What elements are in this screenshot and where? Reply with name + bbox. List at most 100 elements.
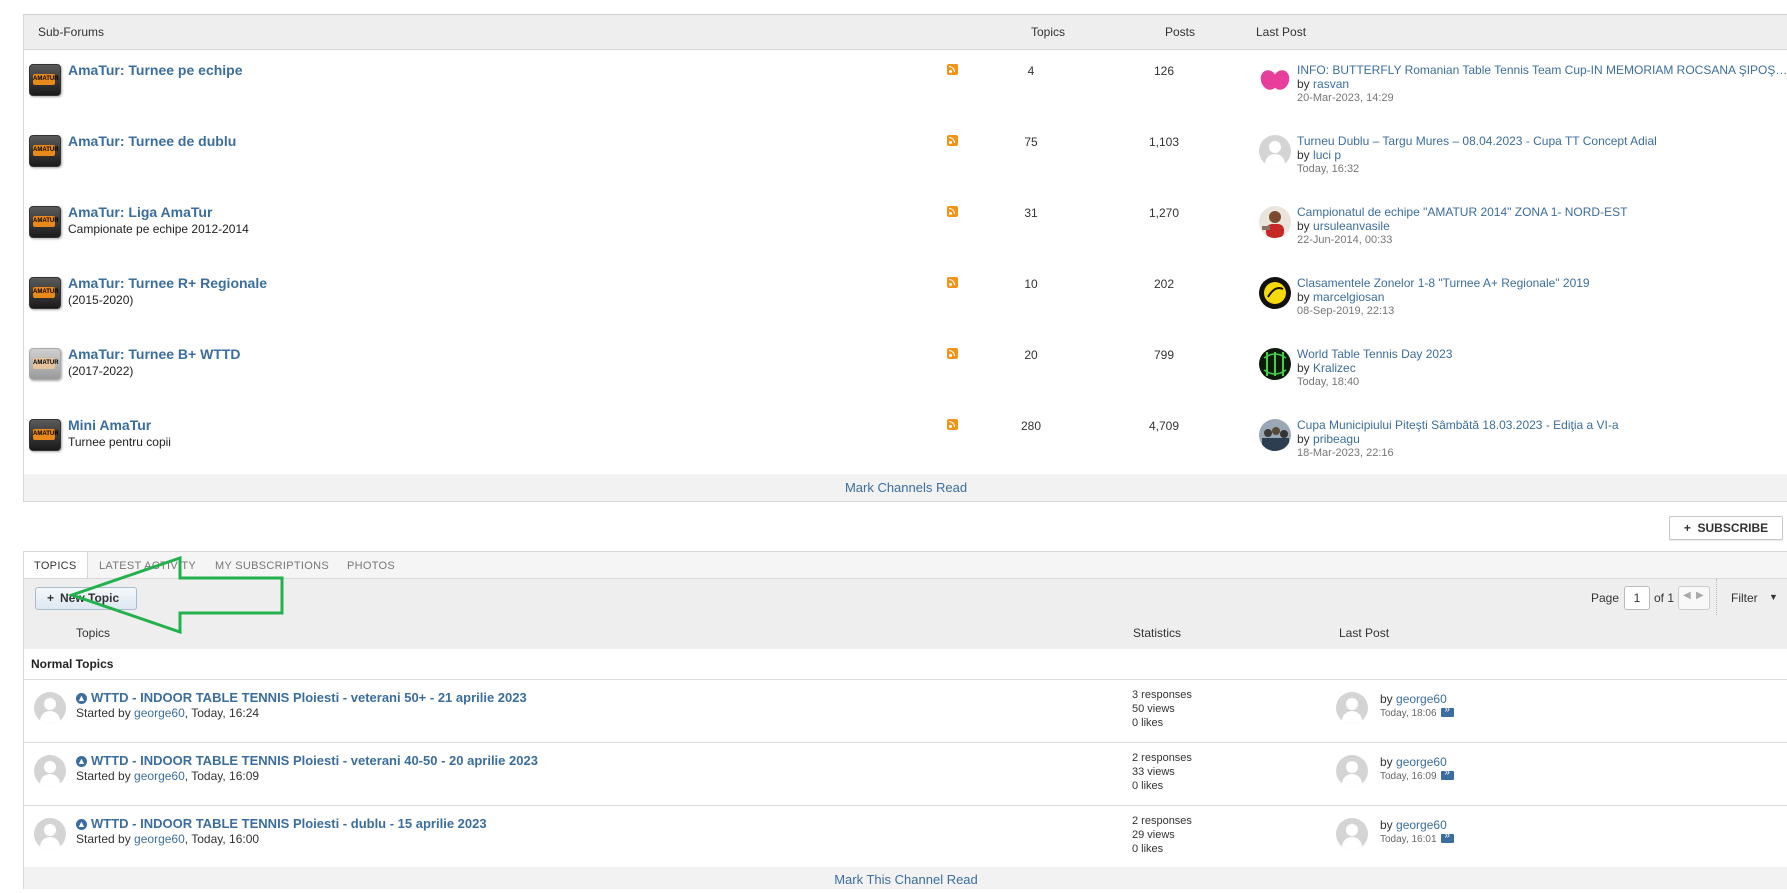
posts-count: 126 bbox=[1153, 64, 1175, 78]
topic-started-by: Started by george60, Today, 16:00 bbox=[76, 832, 259, 846]
subforum-title-link[interactable]: Mini AmaTur bbox=[68, 417, 151, 433]
author-link[interactable]: george60 bbox=[134, 832, 185, 846]
go-to-post-icon[interactable] bbox=[1441, 830, 1455, 843]
mark-channel-read-link[interactable]: Mark This Channel Read bbox=[834, 872, 978, 887]
rss-icon[interactable] bbox=[947, 64, 958, 75]
subforum-row: AMATUR AmaTur: Turnee R+ Regionale (2015… bbox=[24, 263, 1787, 335]
default-avatar[interactable] bbox=[1336, 692, 1368, 724]
author-link[interactable]: Kralizec bbox=[1313, 361, 1356, 375]
filter-button[interactable]: Filter ▼ bbox=[1716, 579, 1787, 617]
author-link[interactable]: marcelgiosan bbox=[1313, 290, 1384, 304]
amatur-logo: AMATUR bbox=[33, 145, 59, 156]
author-link[interactable]: george60 bbox=[1396, 755, 1447, 769]
author-link[interactable]: george60 bbox=[134, 706, 185, 720]
forum-icon: AMATUR bbox=[29, 277, 61, 309]
prev-page-icon[interactable]: ◀ bbox=[1683, 590, 1691, 601]
responses-count: 3 responses bbox=[1132, 689, 1192, 701]
default-avatar[interactable] bbox=[1336, 818, 1368, 850]
last-post-by: by marcelgiosan bbox=[1297, 290, 1384, 304]
subscribe-button[interactable]: + SUBSCRIBE bbox=[1669, 516, 1783, 540]
forum-icon: AMATUR bbox=[29, 135, 61, 167]
topics-count: 20 bbox=[1024, 348, 1038, 362]
header-last-post: Last Post bbox=[1256, 25, 1307, 39]
last-post-title-link[interactable]: Clasamentele Zonelor 1-8 "Turnee A+ Regi… bbox=[1297, 276, 1787, 290]
plus-icon: + bbox=[47, 591, 55, 605]
rss-icon[interactable] bbox=[947, 419, 958, 430]
subforum-title-link[interactable]: AmaTur: Turnee R+ Regionale bbox=[68, 275, 267, 291]
page-label: Page bbox=[1591, 591, 1620, 605]
author-link[interactable]: george60 bbox=[134, 769, 185, 783]
ball-avatar[interactable] bbox=[1259, 277, 1291, 309]
by-label: by bbox=[1297, 432, 1310, 446]
last-post-date: Today, 18:06 bbox=[1380, 704, 1455, 719]
last-post-date-text: Today, 18:06 bbox=[1380, 708, 1437, 719]
last-post-title-link[interactable]: World Table Tennis Day 2023 bbox=[1297, 347, 1787, 361]
topic-started-by: Started by george60, Today, 16:09 bbox=[76, 769, 259, 783]
author-link[interactable]: luci p bbox=[1313, 148, 1341, 162]
topic-title-link[interactable]: ▲ WTTD - INDOOR TABLE TENNIS Ploiesti - v… bbox=[76, 753, 538, 768]
amatur-logo: AMATUR bbox=[33, 74, 59, 85]
filter-label: Filter bbox=[1731, 591, 1758, 605]
subforum-title-link[interactable]: AmaTur: Turnee B+ WTTD bbox=[68, 346, 241, 362]
page-of-label: of 1 bbox=[1654, 591, 1675, 605]
mark-channels-read-link[interactable]: Mark Channels Read bbox=[845, 480, 967, 495]
last-post-title-link[interactable]: Cupa Municipiului Piteşti Sâmbătă 18.03.… bbox=[1297, 418, 1787, 432]
subforum-title-link[interactable]: AmaTur: Turnee pe echipe bbox=[68, 62, 243, 78]
amatur-logo: AMATUR bbox=[33, 358, 59, 369]
author-link[interactable]: rasvan bbox=[1313, 77, 1349, 91]
started-date: , Today, 16:24 bbox=[184, 706, 260, 720]
default-avatar[interactable] bbox=[34, 755, 66, 787]
rss-icon[interactable] bbox=[947, 135, 958, 146]
rss-icon[interactable] bbox=[947, 206, 958, 217]
pagination-arrows: ◀ ▶ bbox=[1678, 586, 1710, 610]
default-avatar[interactable] bbox=[1336, 755, 1368, 787]
subforum-title-link[interactable]: AmaTur: Turnee de dublu bbox=[68, 133, 236, 149]
by-label: by bbox=[1297, 361, 1310, 375]
page-number-input[interactable]: 1 bbox=[1624, 586, 1650, 610]
author-link[interactable]: ursuleanvasile bbox=[1313, 219, 1390, 233]
last-post-by: by ursuleanvasile bbox=[1297, 219, 1390, 233]
author-link[interactable]: george60 bbox=[1396, 818, 1447, 832]
last-post-date-text: Today, 16:01 bbox=[1380, 834, 1437, 845]
last-post-by: by pribeagu bbox=[1297, 432, 1360, 446]
last-post-date-text: Today, 16:09 bbox=[1380, 771, 1437, 782]
default-avatar[interactable] bbox=[1259, 135, 1291, 167]
topics-count: 4 bbox=[1027, 64, 1035, 78]
topics-count: 31 bbox=[1024, 206, 1038, 220]
subforum-description: Turnee pentru copii bbox=[68, 435, 171, 449]
author-link[interactable]: pribeagu bbox=[1313, 432, 1360, 446]
player-avatar[interactable] bbox=[1259, 206, 1291, 238]
last-post-title-link[interactable]: Campionatul de echipe "AMATUR 2014" ZONA… bbox=[1297, 205, 1787, 219]
likes-count: 0 likes bbox=[1132, 717, 1164, 729]
caret-down-icon: ▼ bbox=[1769, 592, 1778, 602]
forum-icon: AMATUR bbox=[29, 64, 61, 96]
rss-icon[interactable] bbox=[947, 277, 958, 288]
views-count: 29 views bbox=[1132, 829, 1175, 841]
last-post-title-link[interactable]: Turneu Dublu – Targu Mures – 08.04.2023 … bbox=[1297, 134, 1787, 148]
rss-icon[interactable] bbox=[947, 348, 958, 359]
forum-icon: AMATUR bbox=[29, 419, 61, 451]
mark-channel-read-bar: Mark This Channel Read bbox=[23, 867, 1787, 889]
topic-title-link[interactable]: ▲ WTTD - INDOOR TABLE TENNIS Ploiesti - v… bbox=[76, 690, 527, 705]
next-page-icon[interactable]: ▶ bbox=[1696, 590, 1704, 601]
last-post-date: Today, 18:40 bbox=[1297, 376, 1360, 388]
default-avatar[interactable] bbox=[34, 692, 66, 724]
default-avatar[interactable] bbox=[34, 818, 66, 850]
tab-photos[interactable]: PHOTOS bbox=[347, 552, 395, 579]
topic-title-link[interactable]: ▲ WTTD - INDOOR TABLE TENNIS Ploiesti - d… bbox=[76, 816, 487, 831]
amatur-logo: AMATUR bbox=[33, 216, 59, 227]
views-count: 33 views bbox=[1132, 766, 1175, 778]
last-post-title-link[interactable]: INFO: BUTTERFLY Romanian Table Tennis Te… bbox=[1297, 63, 1787, 77]
subforum-row: AMATUR Mini AmaTur Turnee pentru copii 2… bbox=[24, 405, 1787, 476]
green-pattern-avatar[interactable] bbox=[1259, 348, 1291, 380]
author-link[interactable]: george60 bbox=[1396, 692, 1447, 706]
topic-row: ▲ WTTD - INDOOR TABLE TENNIS Ploiesti - v… bbox=[23, 743, 1787, 806]
posts-count: 4,709 bbox=[1148, 419, 1180, 433]
go-to-post-icon[interactable] bbox=[1441, 704, 1455, 717]
group-avatar[interactable] bbox=[1259, 419, 1291, 451]
go-to-post-icon[interactable] bbox=[1441, 767, 1455, 780]
butterfly-icon[interactable] bbox=[1259, 64, 1291, 96]
started-date: , Today, 16:09 bbox=[184, 769, 260, 783]
started-label: Started by bbox=[76, 706, 131, 720]
subforum-title-link[interactable]: AmaTur: Liga AmaTur bbox=[68, 204, 212, 220]
